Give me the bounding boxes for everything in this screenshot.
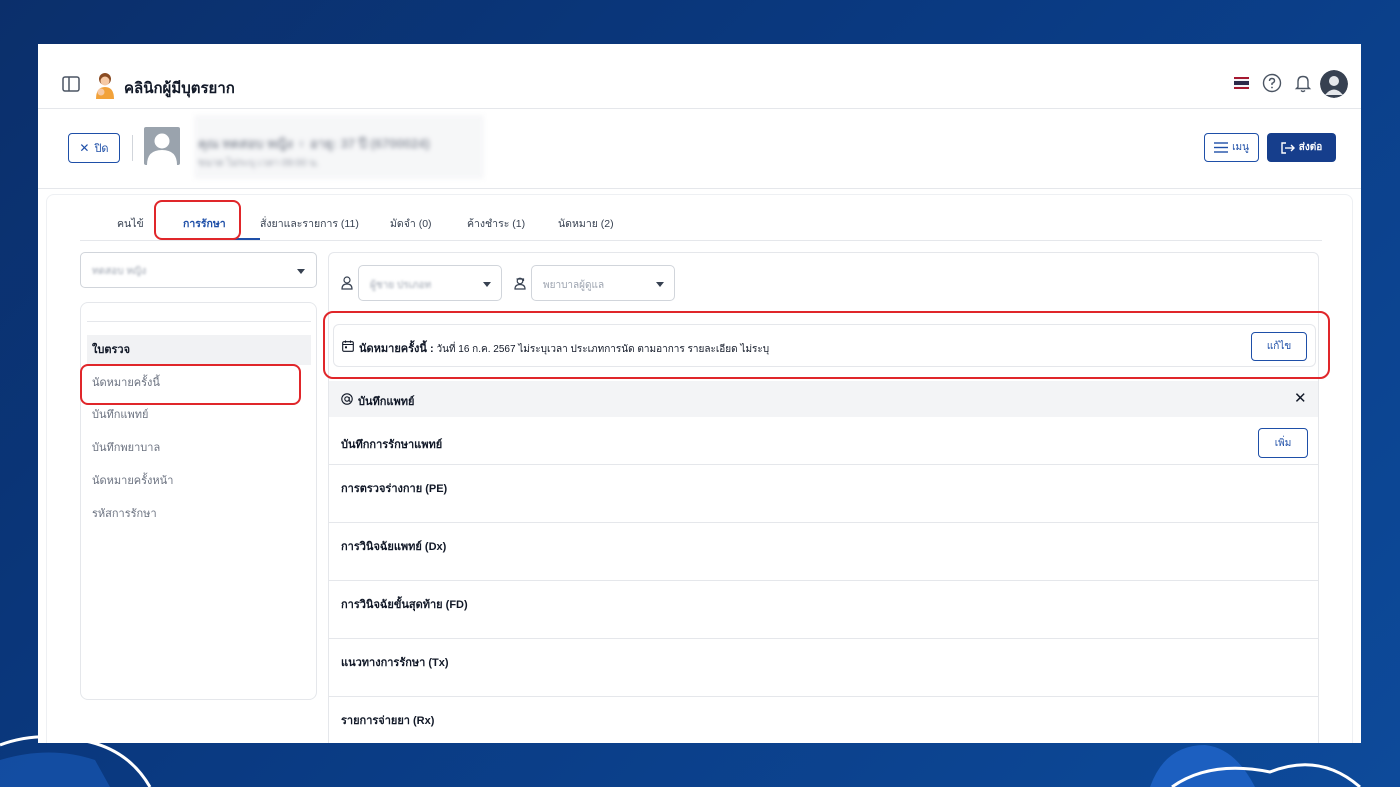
highlight-tab-treatment [154, 200, 241, 240]
section-physical-exam: การตรวจร่างกาย (PE) [341, 483, 448, 495]
patient-photo [144, 127, 180, 165]
nurse-icon [514, 277, 526, 290]
person-placeholder-icon [147, 133, 177, 165]
add-note-button[interactable]: เพิ่ม [1258, 428, 1308, 458]
tab-deposit[interactable]: มัดจำ (0) [390, 215, 432, 232]
divider [132, 135, 133, 161]
left-navigation: ใบตรวจ นัดหมายครั้งนี้ บันทึกแพทย์ บันทึ… [80, 302, 317, 700]
patient-meta: ขนาด ไม่ระบุ เวลา 09:00 น. [198, 158, 320, 169]
main-content: คนไข้ การรักษา สั่งยาและรายการ (11) มัดจ… [46, 194, 1353, 743]
section-prescription: รายการจ่ายยา (Rx) [341, 715, 435, 727]
section-treatment-plan: แนวทางการรักษา (Tx) [341, 657, 449, 669]
app-title: คลินิกผู้มีบุตรยาก [124, 80, 235, 97]
sidebar-toggle-icon[interactable] [62, 76, 80, 92]
at-sign-icon [341, 393, 353, 405]
nurse-select[interactable]: พยาบาลผู้ดูแล [531, 265, 675, 301]
chevron-down-icon [656, 282, 664, 287]
treatment-notes-title: บันทึกการรักษาแพทย์ [341, 439, 443, 451]
divider [329, 638, 1318, 639]
send-button-label: ส่งต่อ [1298, 142, 1323, 153]
clinic-logo-icon [96, 73, 114, 99]
user-avatar[interactable] [1320, 70, 1348, 98]
notification-bell-icon[interactable] [1294, 73, 1312, 93]
nav-item-treatment-codes[interactable]: รหัสการรักษา [87, 499, 311, 529]
patient-header: ✕ ปิด คุณ ทดสอบ หญิง ♀ อายุ: 37 ปี (6700… [38, 109, 1361, 189]
thai-flag-icon[interactable] [1234, 77, 1249, 89]
nav-item-next-appointment[interactable]: นัดหมายครั้งหน้า [87, 466, 311, 496]
highlight-nav-current-appointment [80, 364, 301, 405]
divider [329, 464, 1318, 465]
chevron-down-icon [297, 269, 305, 274]
doctor-notes-title: บันทึกแพทย์ [358, 396, 415, 408]
section-final-diagnosis: การวินิจฉัยขั้นสุดท้าย (FD) [341, 599, 468, 611]
hamburger-icon [1214, 142, 1229, 153]
nav-item-nurse-notes[interactable]: บันทึกพยาบาล [87, 433, 311, 463]
divider [329, 522, 1318, 523]
patient-info-blurred: คุณ ทดสอบ หญิง ♀ อายุ: 37 ปี (6700024) ข… [194, 115, 484, 179]
exit-arrow-icon [1281, 141, 1295, 154]
help-icon[interactable] [1262, 73, 1282, 93]
divider [87, 321, 311, 322]
tab-appointments[interactable]: นัดหมาย (2) [558, 215, 614, 232]
close-button-label: ปิด [94, 143, 109, 155]
section-diagnosis: การวินิจฉัยแพทย์ (Dx) [341, 541, 447, 553]
divider [329, 696, 1318, 697]
doctor-select[interactable]: ผู้ชาย ปรเภอท [358, 265, 502, 301]
patient-select[interactable]: ทดสอบ หญิง [80, 252, 317, 288]
top-bar: คลินิกผู้มีบุตรยาก [38, 61, 1361, 109]
nav-item-exam-sheet[interactable]: ใบตรวจ [87, 335, 311, 365]
close-icon[interactable]: ✕ [1294, 391, 1307, 406]
tab-orders[interactable]: สั่งยาและรายการ (11) [260, 215, 359, 232]
app-window: คลินิกผู้มีบุตรยาก ✕ ปิด คุณ ทดสอบ หญิง … [38, 44, 1361, 743]
patient-name: คุณ ทดสอบ หญิง ♀ อายุ: 37 ปี (6700024) [198, 136, 430, 151]
doctor-icon [341, 276, 353, 290]
highlight-appointment-card [323, 311, 1330, 379]
tab-bar: คนไข้ การรักษา สั่งยาและรายการ (11) มัดจ… [80, 195, 1322, 241]
send-forward-button[interactable]: ส่งต่อ [1267, 133, 1336, 162]
doctor-select-value: ผู้ชาย ปรเภอท [370, 280, 432, 291]
tab-patient[interactable]: คนไข้ [117, 215, 144, 232]
close-icon: ✕ [79, 141, 90, 155]
chevron-down-icon [483, 282, 491, 287]
divider [329, 580, 1318, 581]
close-button[interactable]: ✕ ปิด [68, 133, 120, 163]
nurse-select-placeholder: พยาบาลผู้ดูแล [543, 280, 605, 291]
doctor-notes-header: บันทึกแพทย์ ✕ [329, 381, 1318, 417]
patient-select-value: ทดสอบ หญิง [92, 266, 147, 277]
menu-button[interactable]: เมนู [1204, 133, 1259, 162]
menu-button-label: เมนู [1232, 142, 1249, 153]
tab-outstanding[interactable]: ค้างชำระ (1) [467, 215, 525, 232]
